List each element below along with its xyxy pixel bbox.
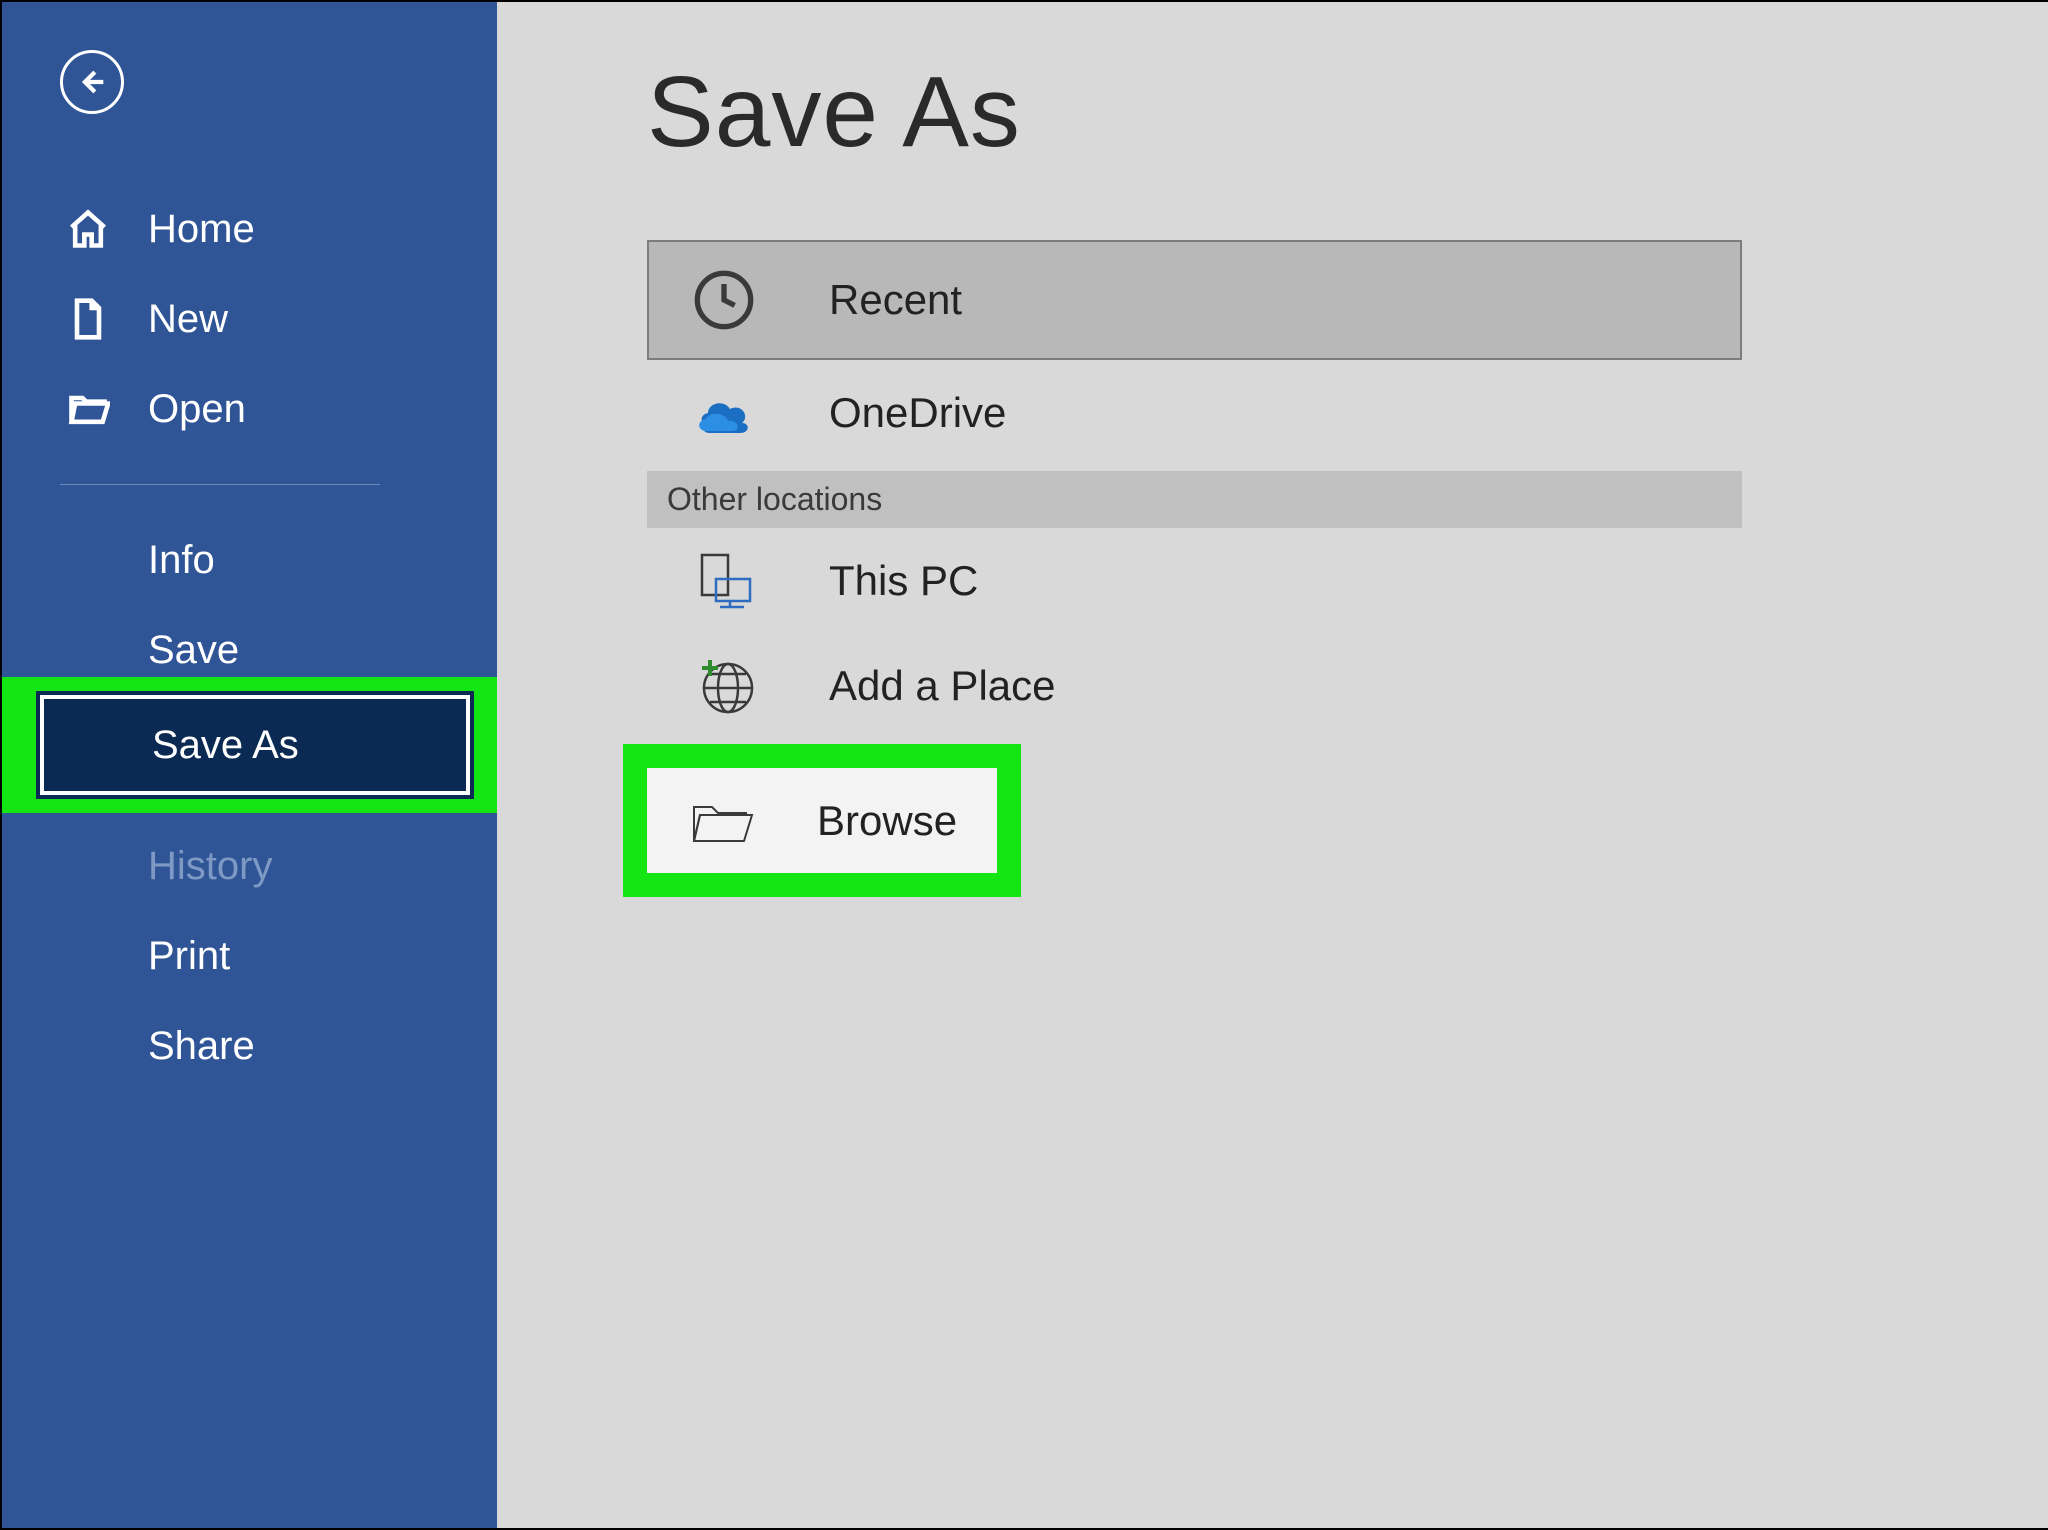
sidebar-nav: Home New Open Info Save Save As xyxy=(0,184,497,1091)
onedrive-cloud-icon xyxy=(679,381,769,445)
sidebar-item-info[interactable]: Info xyxy=(0,515,497,605)
sidebar-item-label: Save As xyxy=(152,723,299,768)
sidebar-item-open[interactable]: Open xyxy=(0,364,497,454)
backstage-sidebar: Home New Open Info Save Save As xyxy=(0,0,497,1530)
other-locations-header: Other locations xyxy=(647,471,1742,528)
sidebar-item-print[interactable]: Print xyxy=(0,911,497,1001)
clock-icon xyxy=(679,268,769,332)
location-onedrive[interactable]: OneDrive xyxy=(647,360,1742,465)
location-this-pc[interactable]: This PC xyxy=(647,528,1742,633)
sidebar-item-new[interactable]: New xyxy=(0,274,497,364)
add-place-globe-icon xyxy=(679,654,769,718)
back-button[interactable] xyxy=(60,50,124,114)
sidebar-item-label: History xyxy=(148,844,272,889)
sidebar-item-home[interactable]: Home xyxy=(0,184,497,274)
page-title: Save As xyxy=(647,55,2048,170)
home-icon xyxy=(60,201,116,257)
new-document-icon xyxy=(60,291,116,347)
open-folder-icon xyxy=(60,381,116,437)
back-arrow-icon xyxy=(75,65,109,99)
location-label: Browse xyxy=(817,797,957,845)
browse-folder-icon xyxy=(677,793,767,849)
save-locations-list: Recent OneDrive Other locations xyxy=(647,240,1742,897)
sidebar-item-label: Open xyxy=(148,387,246,432)
location-label: OneDrive xyxy=(829,389,1006,437)
sidebar-item-share[interactable]: Share xyxy=(0,1001,497,1091)
location-label: Recent xyxy=(829,276,962,324)
tutorial-highlight: Browse xyxy=(623,744,1021,897)
location-browse[interactable]: Browse xyxy=(647,768,997,873)
sidebar-item-label: Print xyxy=(148,934,230,979)
sidebar-divider xyxy=(60,484,380,485)
main-panel: Save As Recent OneDrive Other locations xyxy=(497,0,2048,1530)
location-label: Add a Place xyxy=(829,662,1056,710)
location-add-place[interactable]: Add a Place xyxy=(647,633,1742,738)
sidebar-item-save-as-selected[interactable]: Save As xyxy=(40,695,470,795)
location-label: This PC xyxy=(829,557,978,605)
sidebar-item-history[interactable]: History xyxy=(0,821,497,911)
sidebar-item-label: Home xyxy=(148,207,255,252)
sidebar-item-label: Share xyxy=(148,1024,255,1069)
this-pc-icon xyxy=(679,549,769,613)
location-recent[interactable]: Recent xyxy=(647,240,1742,360)
sidebar-item-label: Save xyxy=(148,628,239,673)
sidebar-item-label: Info xyxy=(148,538,215,583)
sidebar-item-label: New xyxy=(148,297,228,342)
sidebar-item-save-as[interactable]: Save As xyxy=(0,695,497,795)
